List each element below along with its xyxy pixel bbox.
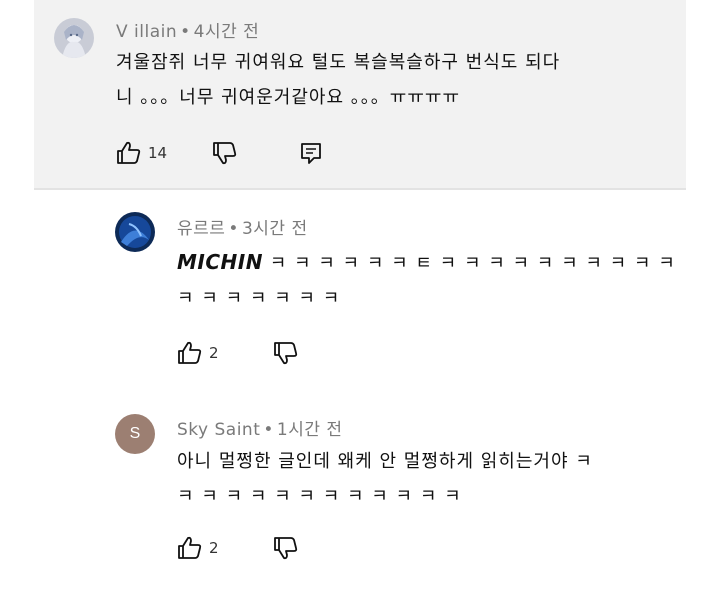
thumbs-down-icon bbox=[213, 142, 237, 165]
comment-text: 겨울잠쥐 너무 귀여워요 털도 복슬복슬하구 번식도 되다 니 。。。너무 귀여… bbox=[116, 45, 560, 115]
timestamp: 1시간 전 bbox=[276, 420, 343, 440]
avatar[interactable] bbox=[115, 212, 155, 252]
avatar[interactable] bbox=[54, 18, 94, 58]
comment-actions: 2 bbox=[177, 534, 317, 564]
thumbs-up-icon bbox=[117, 141, 141, 164]
thumbs-down-icon bbox=[274, 537, 298, 560]
bold-prefix: MICHIN bbox=[177, 250, 263, 274]
author-name[interactable]: 유르르 bbox=[177, 219, 225, 239]
comment-line: 겨울잠쥐 너무 귀여워요 털도 복슬복슬하구 번식도 되다 bbox=[116, 52, 561, 73]
comment-meta: V illain • 4시간 전 bbox=[116, 22, 260, 42]
timestamp: 4시간 전 bbox=[193, 22, 260, 42]
like-button[interactable]: 2 bbox=[177, 339, 219, 367]
comment-meta: 유르르 • 3시간 전 bbox=[177, 219, 308, 239]
comment-line: MICHIN ㅋ ㅋ ㅋ ㅋ ㅋ ㅋ ㅌ ㅋ ㅋ ㅋ ㅋ ㅋ ㅋ ㅋ ㅋ ㅋ ㅋ bbox=[177, 245, 676, 281]
comment-line: ㅋ ㅋ ㅋ ㅋ ㅋ ㅋ ㅋ bbox=[177, 288, 341, 309]
comment-text: MICHIN ㅋ ㅋ ㅋ ㅋ ㅋ ㅋ ㅌ ㅋ ㅋ ㅋ ㅋ ㅋ ㅋ ㅋ ㅋ ㅋ ㅋ… bbox=[177, 245, 676, 316]
avatar[interactable]: S bbox=[115, 414, 155, 454]
like-button[interactable]: 2 bbox=[177, 534, 219, 562]
comment-meta: Sky Saint • 1시간 전 bbox=[177, 420, 343, 440]
thumbs-up-icon bbox=[178, 341, 202, 364]
reply-button[interactable] bbox=[300, 139, 322, 167]
thumbs-down-icon bbox=[274, 342, 298, 365]
comment-line: 니 。。。너무 귀여운거같아요 。。。ㅠㅠㅠㅠ bbox=[116, 87, 461, 108]
comment-line: 아니 멀쩡한 글인데 왜케 안 멀쩡하게 읽히는거야 ㅋ bbox=[177, 451, 593, 472]
comment-actions: 14 bbox=[116, 139, 336, 169]
like-button[interactable]: 14 bbox=[116, 139, 167, 167]
author-name[interactable]: Sky Saint bbox=[177, 420, 260, 440]
comment-line: ㅋ ㅋ ㅋ ㅋ ㅋ ㅋ ㅋ ㅋ ㅋ ㅋ ㅋ ㅋ bbox=[177, 486, 462, 507]
comment-text: 아니 멀쩡한 글인데 왜케 안 멀쩡하게 읽히는거야 ㅋ ㅋ ㅋ ㅋ ㅋ ㅋ ㅋ… bbox=[177, 444, 593, 514]
dislike-button[interactable] bbox=[212, 139, 238, 167]
thumbs-up-icon bbox=[178, 536, 202, 559]
reply-icon bbox=[301, 143, 321, 164]
dislike-button[interactable] bbox=[273, 339, 299, 367]
dislike-button[interactable] bbox=[273, 534, 299, 562]
timestamp: 3시간 전 bbox=[241, 219, 308, 239]
blue-photo-avatar-icon bbox=[115, 212, 155, 252]
like-count: 2 bbox=[209, 344, 219, 362]
author-name[interactable]: V illain bbox=[116, 22, 177, 42]
like-count: 2 bbox=[209, 539, 219, 557]
comment-actions: 2 bbox=[177, 339, 317, 369]
like-count: 14 bbox=[148, 144, 168, 162]
anime-avatar-icon bbox=[54, 18, 94, 58]
comment-line-text: ㅋ ㅋ ㅋ ㅋ ㅋ ㅋ ㅌ ㅋ ㅋ ㅋ ㅋ ㅋ ㅋ ㅋ ㅋ ㅋ ㅋ bbox=[269, 253, 676, 274]
